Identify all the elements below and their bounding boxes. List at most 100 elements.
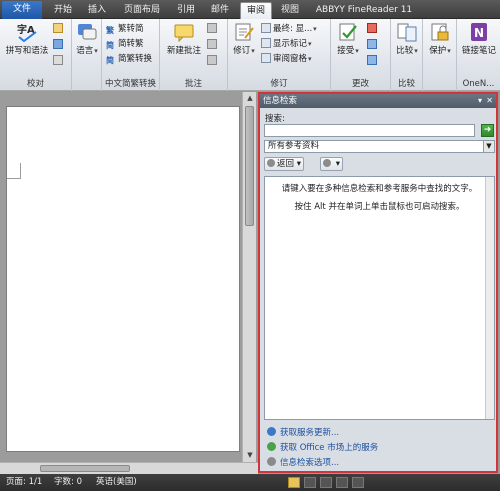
research-pane: 信息检索 ▾ ✕ 搜索: ➜ 所有参考资料 ▼ 返回 ▾ ▾ 请键入要在多种信息… [258,92,498,473]
word-count-icon [53,55,63,65]
new-comment-button[interactable]: 新建批注 [163,22,205,56]
previous-change-button[interactable] [367,39,379,52]
display-review-icon [261,23,271,33]
tab-home[interactable]: 开始 [48,2,78,19]
back-label: 返回 [277,159,295,169]
thesaurus-button[interactable] [53,39,65,52]
word-count-button[interactable] [53,55,65,68]
get-updates-link[interactable]: 获取服务更新... [267,426,339,438]
compare-icon [396,22,418,42]
search-input[interactable] [264,124,475,137]
scroll-up-icon[interactable]: ▲ [244,93,256,104]
vertical-scrollbar[interactable]: ▲ ▼ [242,92,256,463]
reviewing-pane-button[interactable]: 审阅窗格 [261,53,312,66]
chevron-down-icon: ▼ [483,141,494,152]
status-bar: 页面: 1/1 字数: 0 英语(美国) [0,474,500,491]
conversion-button[interactable]: 简简繁转换 [106,53,152,66]
research-pane-title: 信息检索 [263,96,298,106]
linked-notes-button[interactable]: N 链接笔记 [460,22,498,56]
accept-icon [337,22,359,42]
forward-button[interactable]: ▾ [320,157,343,171]
research-icon [53,23,63,33]
language-icon [76,22,98,42]
display-for-review-dropdown[interactable]: 最终: 显... [261,23,317,36]
show-markup-button[interactable]: 显示标记 [261,38,312,51]
previous-comment-button[interactable] [207,39,219,52]
close-icon[interactable]: ✕ [486,94,493,108]
office-marketplace-link[interactable]: 获取 Office 市场上的服务 [267,441,378,453]
next-change-icon [367,55,377,65]
vertical-scroll-thumb[interactable] [245,106,254,226]
tab-abbyy-finereader[interactable]: ABBYY FineReader 11 [310,2,418,19]
ribbon-tab-bar: 文件 开始 插入 页面布局 引用 邮件 审阅 视图 ABBYY FineRead… [0,0,500,19]
simp-to-trad-button[interactable]: 简简转繁 [106,38,144,51]
research-options-label: 信息检索选项... [280,458,340,468]
protect-icon [429,22,451,42]
tab-review[interactable]: 审阅 [240,2,272,19]
outline-view-icon[interactable] [336,477,348,488]
linked-notes-label: 链接笔记 [461,46,496,56]
language-button[interactable]: 语言 [75,22,99,56]
protect-button[interactable]: 保护 [426,22,454,56]
tab-view[interactable]: 视图 [276,2,304,19]
reviewing-pane-icon [261,53,271,63]
next-change-button[interactable] [367,55,379,68]
tab-mailings[interactable]: 邮件 [205,2,235,19]
display-review-label: 最终: 显... [273,24,317,34]
marketplace-icon [267,442,276,451]
tab-references[interactable]: 引用 [171,2,201,19]
results-scrollbar[interactable] [485,177,494,419]
onenote-icon: N [468,22,490,42]
show-markup-label: 显示标记 [273,39,312,49]
pane-options-icon[interactable]: ▾ [478,94,482,108]
language-status[interactable]: 英语(美国) [96,474,137,491]
delete-comment-icon [207,23,217,33]
ribbon: 字A 拼写和语法 校对 语言 繁繁转简 简简转繁 [0,19,500,91]
scroll-down-icon[interactable]: ▼ [244,450,256,461]
group-onenote: N 链接笔记 OneN... [457,19,500,91]
group-comments: 新建批注 批注 [160,19,228,91]
new-comment-label: 新建批注 [166,46,201,56]
start-search-button[interactable]: ➜ [481,124,494,137]
spelling-grammar-button[interactable]: 字A 拼写和语法 [3,22,51,56]
page-count[interactable]: 页面: 1/1 [6,474,42,491]
show-markup-icon [261,38,271,48]
group-label-compare: 比较 [397,79,415,89]
group-tracking: 修订 最终: 显... 显示标记 审阅窗格 修订 [228,19,331,91]
research-options-link[interactable]: 信息检索选项... [267,456,339,468]
back-button[interactable]: 返回 ▾ [264,157,304,171]
tab-insert[interactable]: 插入 [82,2,112,19]
info-icon [267,427,276,436]
reference-source-select[interactable]: 所有参考资料 ▼ [264,140,495,153]
accept-button[interactable]: 接受 [334,22,362,56]
spelling-label: 拼写和语法 [5,46,49,56]
draft-view-icon[interactable] [352,477,364,488]
group-label-tracking: 修订 [270,79,288,89]
delete-comment-button[interactable] [207,23,219,36]
web-layout-view-icon[interactable] [320,477,332,488]
simp-to-trad-label: 简转繁 [118,39,144,49]
options-icon [267,457,276,466]
group-chinese-conversion: 繁繁转简 简简转繁 简简繁转换 中文简繁转换 [102,19,160,91]
next-comment-button[interactable] [207,55,219,68]
arrow-right-icon: ➜ [483,125,492,135]
print-layout-view-icon[interactable] [288,477,300,488]
reject-button[interactable] [367,23,379,36]
research-button[interactable] [53,23,65,36]
group-protect: 保护 [423,19,457,91]
previous-change-icon [367,39,377,49]
track-changes-button[interactable]: 修订 [231,22,257,56]
trad-to-simp-button[interactable]: 繁繁转简 [106,23,144,36]
conversion-icon: 简 [106,56,114,65]
compare-button[interactable]: 比较 [394,22,420,56]
tab-file[interactable]: 文件 [2,1,42,19]
horizontal-scrollbar[interactable] [0,462,258,474]
trad-to-simp-icon: 繁 [106,26,114,35]
document-page[interactable] [6,106,240,452]
tab-page-layout[interactable]: 页面布局 [118,2,166,19]
full-screen-view-icon[interactable] [304,477,316,488]
horizontal-scroll-thumb[interactable] [40,465,130,472]
word-count[interactable]: 字数: 0 [54,474,82,491]
research-pane-header: 信息检索 ▾ ✕ [260,94,496,108]
group-label-proofing: 校对 [26,79,44,89]
